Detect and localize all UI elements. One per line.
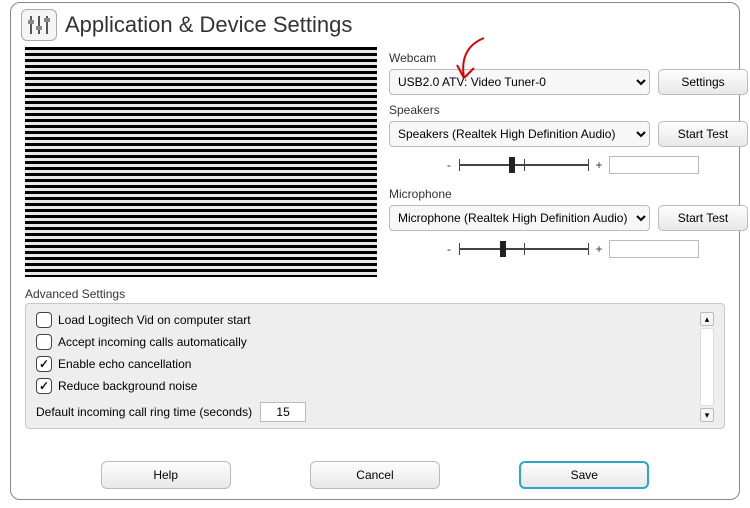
speakers-volume-slider[interactable] (459, 155, 589, 175)
equalizer-icon (21, 9, 57, 41)
webcam-select[interactable]: USB2.0 ATV: Video Tuner-0 (389, 69, 650, 95)
dialog-footer: Help Cancel Save (11, 461, 739, 489)
page-title: Application & Device Settings (65, 12, 352, 38)
advanced-label: Advanced Settings (25, 287, 725, 301)
auto-accept-checkbox[interactable] (36, 334, 52, 350)
auto-accept-label: Accept incoming calls automatically (58, 335, 247, 349)
load-on-start-checkbox[interactable] (36, 312, 52, 328)
webcam-label: Webcam (389, 51, 748, 65)
advanced-scrollbar[interactable]: ▴ ▾ (700, 312, 714, 422)
speakers-level-meter (609, 156, 699, 174)
minus-icon: - (445, 158, 453, 172)
settings-dialog: Application & Device Settings Webcam USB… (10, 2, 740, 500)
speakers-test-button[interactable]: Start Test (658, 121, 748, 147)
microphone-select[interactable]: Microphone (Realtek High Definition Audi… (389, 205, 650, 231)
minus-icon: - (445, 242, 453, 256)
speakers-label: Speakers (389, 103, 748, 117)
speakers-select[interactable]: Speakers (Realtek High Definition Audio) (389, 121, 650, 147)
microphone-volume-slider[interactable] (459, 239, 589, 259)
titlebar: Application & Device Settings (11, 3, 739, 41)
webcam-preview (25, 47, 377, 277)
reduce-noise-checkbox[interactable] (36, 378, 52, 394)
microphone-label: Microphone (389, 187, 748, 201)
plus-icon: + (595, 158, 603, 172)
webcam-settings-button[interactable]: Settings (658, 69, 748, 95)
microphone-level-meter (609, 240, 699, 258)
scroll-up-icon[interactable]: ▴ (700, 312, 714, 326)
ring-time-input[interactable] (260, 402, 306, 422)
plus-icon: + (595, 242, 603, 256)
microphone-test-button[interactable]: Start Test (658, 205, 748, 231)
save-button[interactable]: Save (519, 461, 649, 489)
advanced-fieldset: Load Logitech Vid on computer start Acce… (25, 303, 725, 429)
reduce-noise-label: Reduce background noise (58, 379, 197, 393)
help-button[interactable]: Help (101, 461, 231, 489)
echo-cancel-checkbox[interactable] (36, 356, 52, 372)
load-on-start-label: Load Logitech Vid on computer start (58, 313, 251, 327)
scroll-down-icon[interactable]: ▾ (700, 408, 714, 422)
ring-time-label: Default incoming call ring time (seconds… (36, 405, 252, 419)
echo-cancel-label: Enable echo cancellation (58, 357, 191, 371)
cancel-button[interactable]: Cancel (310, 461, 440, 489)
